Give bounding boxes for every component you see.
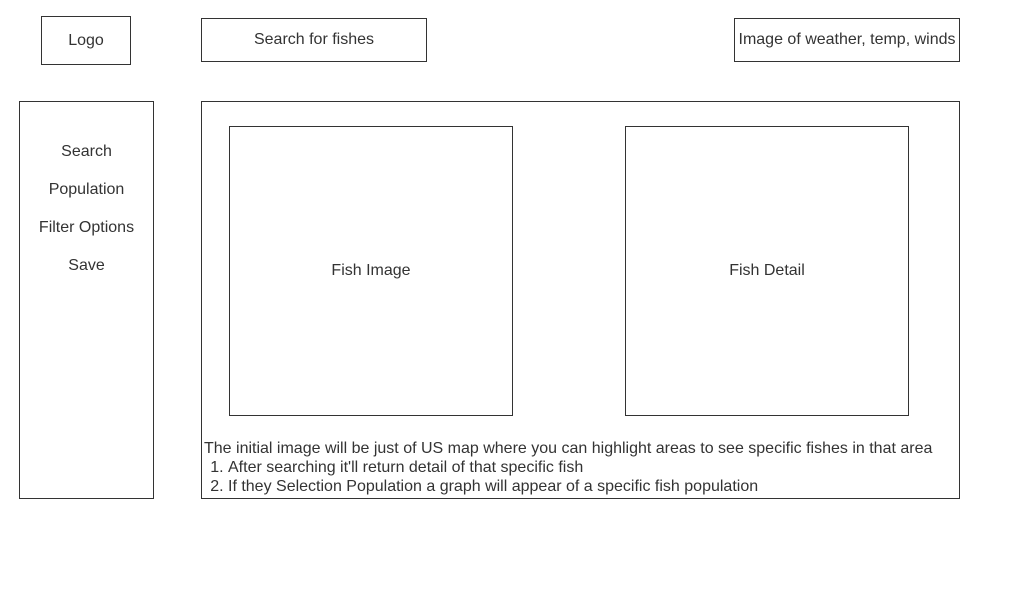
logo-box: Logo [41,16,131,65]
weather-label: Image of weather, temp, winds [738,31,956,48]
notes-intro: The initial image will be just of US map… [204,440,933,457]
sidebar-item-search[interactable]: Search [20,142,153,180]
sidebar-menu: Search Population Filter Options Save [20,142,153,294]
sidebar: Search Population Filter Options Save [19,101,154,499]
fish-detail-label: Fish Detail [729,262,805,279]
search-fishes-label: Search for fishes [253,31,375,48]
notes-list: After searching it'll return detail of t… [204,458,964,496]
sidebar-item-filter-options[interactable]: Filter Options [20,218,153,256]
notes-list-item: After searching it'll return detail of t… [228,458,964,477]
weather-image-box: Image of weather, temp, winds [734,18,960,62]
fish-image-label: Fish Image [331,262,411,279]
search-fishes-box[interactable]: Search for fishes [201,18,427,62]
logo-label: Logo [68,31,104,49]
fish-image-box: Fish Image [229,126,513,416]
notes-list-item: If they Selection Population a graph wil… [228,477,964,496]
sidebar-item-population[interactable]: Population [20,180,153,218]
notes: The initial image will be just of US map… [204,439,964,496]
sidebar-item-save[interactable]: Save [20,256,153,294]
fish-detail-box: Fish Detail [625,126,909,416]
